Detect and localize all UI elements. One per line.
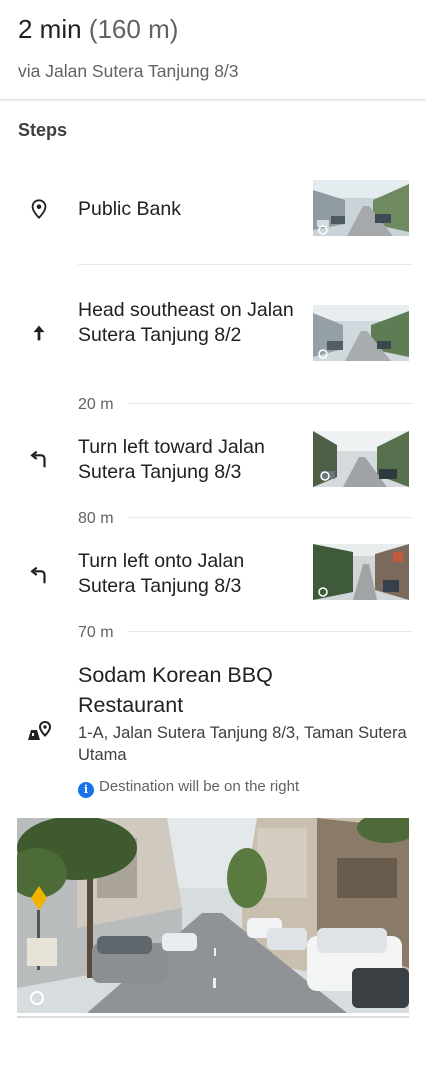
step-divider xyxy=(128,517,413,518)
step-distance: 20 m xyxy=(78,396,114,413)
info-icon: i xyxy=(78,782,94,798)
destination-street-view-photo[interactable] xyxy=(17,818,409,1013)
turn-left-icon xyxy=(30,450,46,468)
section-divider xyxy=(17,1016,409,1018)
street-view-thumbnail[interactable] xyxy=(313,431,409,487)
route-via: via Jalan Sutera Tanjung 8/3 xyxy=(18,61,239,81)
steps-heading: Steps xyxy=(18,120,68,140)
step-distance: 70 m xyxy=(78,624,114,641)
step-label: Public Bank xyxy=(78,198,181,220)
place-pin-icon xyxy=(31,199,47,219)
turn-left-icon xyxy=(30,566,46,584)
step-label: Turn left toward Jalan Sutera Tanjung 8/… xyxy=(78,436,265,483)
step-divider xyxy=(128,631,413,632)
route-distance: (160 m) xyxy=(88,14,179,44)
step-label: Turn left onto Jalan Sutera Tanjung 8/3 xyxy=(78,550,245,597)
arrow-up-icon xyxy=(33,325,45,341)
step-divider xyxy=(128,403,413,404)
step-divider xyxy=(78,264,413,265)
street-view-thumbnail[interactable] xyxy=(313,180,409,236)
destination-name: Sodam Korean BBQ Restaurant xyxy=(78,663,273,717)
street-view-thumbnail[interactable] xyxy=(313,305,409,361)
destination-note-text: Destination will be on the right xyxy=(99,778,300,795)
route-time: 2 min xyxy=(18,14,82,44)
destination-note: i Destination will be on the right xyxy=(78,778,299,798)
route-duration: 2 min (160 m) xyxy=(18,14,178,45)
street-view-thumbnail[interactable] xyxy=(313,544,409,600)
destination-address: 1-A, Jalan Sutera Tanjung 8/3, Taman Sut… xyxy=(78,724,407,764)
step-label: Head southeast on Jalan Sutera Tanjung 8… xyxy=(78,299,294,346)
step-distance: 80 m xyxy=(78,510,114,527)
destination-flag-icon xyxy=(28,720,52,740)
route-summary: 2 min (160 m) via Jalan Sutera Tanjung 8… xyxy=(0,0,426,100)
